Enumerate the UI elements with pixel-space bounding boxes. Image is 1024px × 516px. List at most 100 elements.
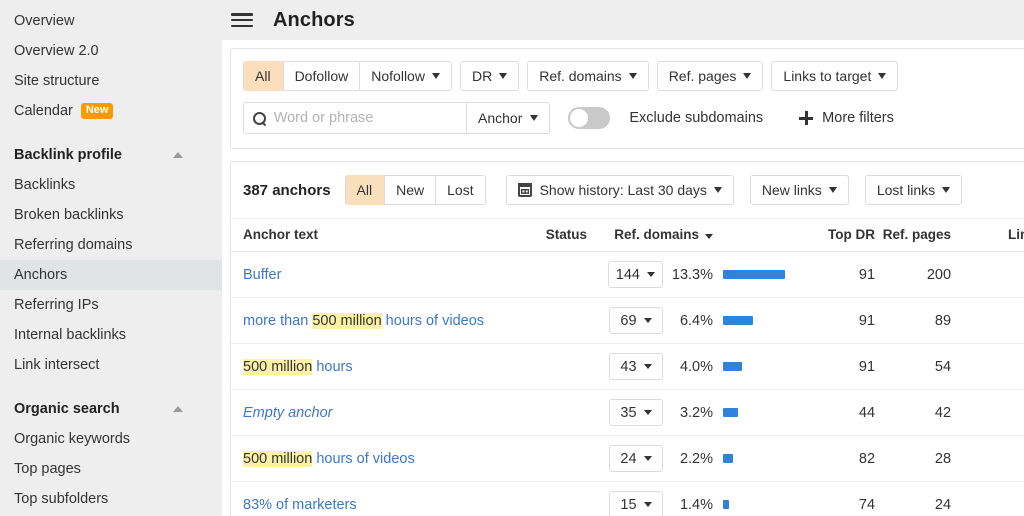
anchor-text-link[interactable]: Empty anchor xyxy=(243,405,332,421)
sidebar-item-referring-domains[interactable]: Referring domains xyxy=(0,230,222,260)
ref-domains-dropdown[interactable]: 15 xyxy=(609,491,663,516)
filters-panel: All Dofollow Nofollow DR Ref. domains xyxy=(230,48,1024,149)
tab-new[interactable]: New xyxy=(384,175,436,205)
sidebar-item-calendar[interactable]: CalendarNew xyxy=(0,96,222,126)
search-input[interactable] xyxy=(274,110,457,126)
filter-ref-pages[interactable]: Ref. pages xyxy=(657,61,764,91)
table-row[interactable]: 500 million hours of videos242.2%822828 xyxy=(231,436,1024,482)
share-bar xyxy=(723,316,753,325)
filter-link-type-all[interactable]: All xyxy=(243,61,283,91)
cell-ref-pages: 42 xyxy=(875,390,951,436)
cell-anchor-text: Buffer xyxy=(231,252,529,298)
anchor-text-link[interactable]: Buffer xyxy=(243,267,281,283)
hamburger-icon[interactable] xyxy=(230,11,254,29)
column-header-ref-pages[interactable]: Ref. pages xyxy=(875,219,951,252)
cell-ref-domains: 24 xyxy=(587,436,663,482)
chevron-down-icon xyxy=(743,73,751,79)
sidebar-item-backlinks[interactable]: Backlinks xyxy=(0,170,222,200)
cell-share-bar xyxy=(713,436,817,482)
show-history-label: Show history: Last 30 days xyxy=(540,182,707,198)
plus-icon xyxy=(799,111,813,125)
filter-links-to-target-label: Links to target xyxy=(783,68,871,84)
column-header-links-to-target[interactable]: Links to target xyxy=(951,219,1024,252)
ref-domains-dropdown[interactable]: 24 xyxy=(609,445,663,472)
filter-ref-domains[interactable]: Ref. domains xyxy=(527,61,648,91)
cell-top-dr: 91 xyxy=(817,298,875,344)
cell-status xyxy=(529,436,587,482)
sidebar-item-label: Organic keywords xyxy=(14,424,130,454)
sidebar-item-overview[interactable]: Overview xyxy=(0,6,222,36)
sidebar-item-broken-backlinks[interactable]: Broken backlinks xyxy=(0,200,222,230)
sidebar-item-referring-ips[interactable]: Referring IPs xyxy=(0,290,222,320)
filter-link-type-all-label: All xyxy=(255,68,271,84)
table-toolbar: 387 anchors All New Lost Show history: L… xyxy=(231,162,1024,218)
sidebar-item-internal-backlinks[interactable]: Internal backlinks xyxy=(0,320,222,350)
cell-anchor-text: Empty anchor xyxy=(231,390,529,436)
column-header-anchor-text[interactable]: Anchor text xyxy=(231,219,529,252)
ref-domains-value: 144 xyxy=(616,267,640,283)
sidebar-item-site-structure[interactable]: Site structure xyxy=(0,66,222,96)
cell-share-bar xyxy=(713,252,817,298)
exclude-subdomains-label: Exclude subdomains xyxy=(629,110,763,126)
cell-status xyxy=(529,390,587,436)
sidebar-item-link-intersect[interactable]: Link intersect xyxy=(0,350,222,380)
sidebar-item-top-pages[interactable]: Top pages xyxy=(0,454,222,484)
chevron-down-icon xyxy=(644,364,652,369)
ref-domains-dropdown[interactable]: 35 xyxy=(609,399,663,426)
cell-links-spacer xyxy=(951,298,1024,344)
column-header-top-dr[interactable]: Top DR xyxy=(817,219,875,252)
search-box: Anchor xyxy=(243,102,550,134)
cell-share-bar xyxy=(713,390,817,436)
table-row[interactable]: Buffer14413.3%91200200 xyxy=(231,252,1024,298)
new-links-dropdown[interactable]: New links xyxy=(750,175,849,205)
filter-dr[interactable]: DR xyxy=(460,61,519,91)
ref-domains-dropdown[interactable]: 43 xyxy=(609,353,663,380)
cell-ref-domains: 69 xyxy=(587,298,663,344)
toggle-knob xyxy=(570,109,588,127)
column-header-ref-domains[interactable]: Ref. domains xyxy=(587,219,713,252)
cell-status xyxy=(529,252,587,298)
sidebar-item-organic-keywords[interactable]: Organic keywords xyxy=(0,424,222,454)
share-bar xyxy=(723,500,729,509)
show-history-dropdown[interactable]: Show history: Last 30 days xyxy=(506,175,734,205)
filter-link-type-nofollow[interactable]: Nofollow xyxy=(360,61,452,91)
column-header-status[interactable]: Status xyxy=(529,219,587,252)
cell-top-dr: 44 xyxy=(817,390,875,436)
table-row[interactable]: 83% of marketers151.4%742424 xyxy=(231,482,1024,516)
ref-domains-dropdown[interactable]: 69 xyxy=(609,307,663,334)
cell-percent: 13.3% xyxy=(663,252,713,298)
table-row[interactable]: Empty anchor353.2%444242 xyxy=(231,390,1024,436)
anchor-text-link[interactable]: 500 million hours of videos xyxy=(243,451,415,467)
sidebar-section-organic-search[interactable]: Organic search xyxy=(0,394,222,424)
anchor-text-link[interactable]: more than 500 million hours of videos xyxy=(243,313,484,329)
filter-links-to-target[interactable]: Links to target xyxy=(771,61,898,91)
link-type-segmented-control: All Dofollow Nofollow xyxy=(243,61,452,91)
table-row[interactable]: 500 million hours434.0%915454 xyxy=(231,344,1024,390)
sidebar-item-label: Site structure xyxy=(14,66,99,96)
anchor-text-link[interactable]: 500 million hours xyxy=(243,359,353,375)
tab-lost[interactable]: Lost xyxy=(436,175,485,205)
sidebar-item-label: Top pages xyxy=(14,454,81,484)
table-panel: 387 anchors All New Lost Show history: L… xyxy=(230,161,1024,516)
search-scope-dropdown[interactable]: Anchor xyxy=(466,103,549,133)
tab-all[interactable]: All xyxy=(345,175,385,205)
sidebar-item-top-subfolders[interactable]: Top subfolders xyxy=(0,484,222,514)
exclude-subdomains-toggle[interactable] xyxy=(568,107,610,129)
cell-share-bar xyxy=(713,482,817,516)
anchor-text-link[interactable]: 83% of marketers xyxy=(243,497,357,513)
more-filters-button[interactable]: More filters xyxy=(799,110,894,126)
chevron-down-icon xyxy=(714,187,722,193)
sidebar-section-backlink-profile[interactable]: Backlink profile xyxy=(0,140,222,170)
new-links-label: New links xyxy=(762,182,822,198)
sidebar-item-anchors[interactable]: Anchors xyxy=(0,260,222,290)
filter-link-type-dofollow[interactable]: Dofollow xyxy=(283,61,361,91)
app-root: OverviewOverview 2.0Site structureCalend… xyxy=(0,0,1024,516)
cell-links-spacer xyxy=(951,436,1024,482)
cell-top-dr: 91 xyxy=(817,344,875,390)
tab-lost-label: Lost xyxy=(447,182,473,198)
lost-links-dropdown[interactable]: Lost links xyxy=(865,175,962,205)
sidebar-item-overview-2-0[interactable]: Overview 2.0 xyxy=(0,36,222,66)
table-row[interactable]: more than 500 million hours of videos696… xyxy=(231,298,1024,344)
ref-domains-dropdown[interactable]: 144 xyxy=(608,261,663,288)
column-header-bar-spacer xyxy=(713,219,817,252)
